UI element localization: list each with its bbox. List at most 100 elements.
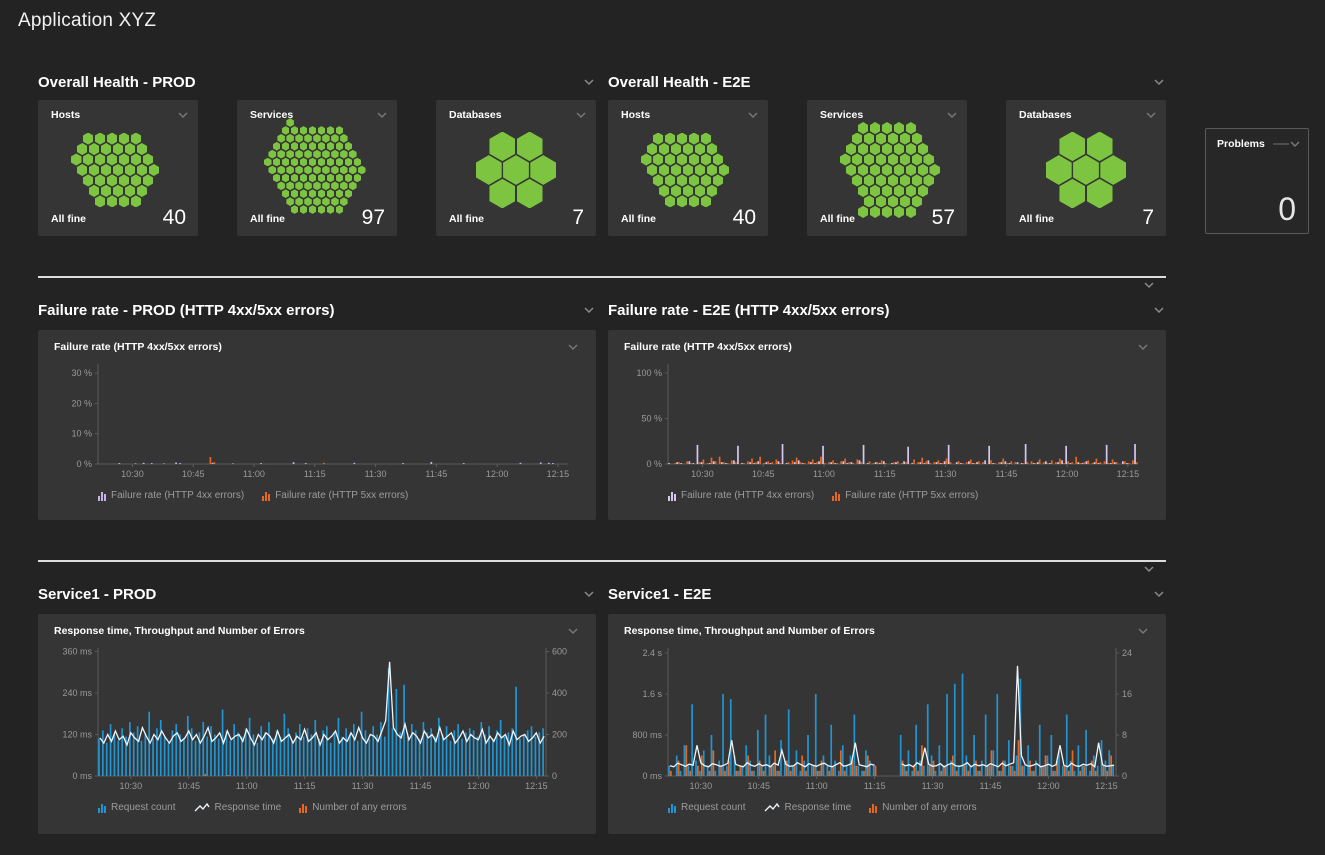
legend-item[interactable]: Response time bbox=[764, 802, 852, 813]
hexagon[interactable] bbox=[107, 195, 118, 207]
hexagon[interactable] bbox=[653, 153, 664, 165]
hexagon[interactable] bbox=[291, 158, 299, 167]
hexagon[interactable] bbox=[517, 179, 543, 209]
hexagon[interactable] bbox=[282, 142, 290, 151]
hexagon[interactable] bbox=[331, 181, 339, 190]
hexagon[interactable] bbox=[1073, 155, 1099, 185]
hexagon[interactable] bbox=[918, 143, 929, 155]
hexagon[interactable] bbox=[671, 164, 682, 176]
hexagon[interactable] bbox=[282, 158, 290, 167]
hexagon[interactable] bbox=[846, 164, 857, 176]
hexagon[interactable] bbox=[1059, 179, 1085, 209]
hexagon[interactable] bbox=[143, 174, 154, 186]
hexagon[interactable] bbox=[300, 189, 308, 198]
hexagon[interactable] bbox=[665, 153, 676, 165]
chevron-down-icon[interactable] bbox=[1142, 564, 1156, 574]
hexagon[interactable] bbox=[300, 174, 308, 183]
hexagon[interactable] bbox=[345, 189, 353, 198]
hexagon[interactable] bbox=[304, 166, 312, 175]
hexagon[interactable] bbox=[701, 133, 712, 145]
hexagon[interactable] bbox=[101, 143, 112, 155]
tile-services-prod[interactable]: Services All fine97 bbox=[237, 100, 397, 236]
hexagon[interactable] bbox=[313, 197, 321, 206]
hexagon[interactable] bbox=[852, 133, 863, 145]
failure-rate-e2e-canvas[interactable]: 0 %50 %100 %10:3010:4511:0011:1511:3011:… bbox=[624, 356, 1150, 486]
hexagon[interactable] bbox=[677, 133, 688, 145]
chevron-down-icon[interactable] bbox=[375, 110, 389, 120]
hexagon[interactable] bbox=[89, 185, 100, 197]
hexagon[interactable] bbox=[327, 142, 335, 151]
hexagon[interactable] bbox=[101, 185, 112, 197]
hexagon[interactable] bbox=[713, 174, 724, 186]
chevron-down-icon[interactable] bbox=[1152, 77, 1166, 87]
hexagon[interactable] bbox=[340, 134, 348, 143]
hexagon[interactable] bbox=[300, 158, 308, 167]
failure-e2e-chart[interactable]: 0 %50 %100 %10:3010:4511:0011:1511:3011:… bbox=[624, 356, 1150, 486]
hexagon[interactable] bbox=[906, 164, 917, 176]
service-prod-chart-tile[interactable]: Response time, Throughput and Number of … bbox=[38, 614, 596, 834]
hexagon[interactable] bbox=[286, 181, 294, 190]
hexagon[interactable] bbox=[309, 174, 317, 183]
hexagon[interactable] bbox=[318, 142, 326, 151]
hexagon[interactable] bbox=[282, 174, 290, 183]
hexagon[interactable] bbox=[918, 164, 929, 176]
legend-item[interactable]: Number of any errors bbox=[869, 802, 976, 813]
hexagon[interactable] bbox=[331, 166, 339, 175]
legend-item[interactable]: Failure rate (HTTP 4xx errors) bbox=[98, 490, 244, 501]
tile-hosts-prod[interactable]: Hosts All fine40 bbox=[38, 100, 198, 236]
hexagon[interactable] bbox=[900, 153, 911, 165]
tile-databases-prod[interactable]: Databases All fine7 bbox=[436, 100, 596, 236]
hexagon[interactable] bbox=[304, 150, 312, 159]
hexagon[interactable] bbox=[313, 166, 321, 175]
chevron-down-icon[interactable] bbox=[1136, 626, 1150, 636]
failure-e2e-chart-tile[interactable]: Failure rate (HTTP 4xx/5xx errors) 0 %50… bbox=[608, 330, 1166, 520]
hexagon[interactable] bbox=[327, 126, 335, 135]
hexagon[interactable] bbox=[268, 166, 276, 175]
hexagon[interactable] bbox=[304, 197, 312, 206]
hexagon[interactable] bbox=[894, 164, 905, 176]
legend-item[interactable]: Request count bbox=[98, 802, 176, 813]
hexagon[interactable] bbox=[876, 133, 887, 145]
hexagon[interactable] bbox=[89, 164, 100, 176]
hexagon[interactable] bbox=[322, 134, 330, 143]
hexagon[interactable] bbox=[295, 197, 303, 206]
hexagon[interactable] bbox=[923, 174, 934, 186]
hexagon[interactable] bbox=[923, 153, 934, 165]
hexagon[interactable] bbox=[309, 189, 317, 198]
hexagon[interactable] bbox=[119, 133, 130, 145]
hexagon[interactable] bbox=[291, 142, 299, 151]
hexagon[interactable] bbox=[83, 153, 94, 165]
tile-hosts-e2e[interactable]: Hosts All fine40 bbox=[608, 100, 768, 236]
hexagon[interactable] bbox=[277, 150, 285, 159]
hexagon[interactable] bbox=[273, 142, 281, 151]
hexagon[interactable] bbox=[286, 166, 294, 175]
hexagon[interactable] bbox=[349, 181, 357, 190]
hexagon[interactable] bbox=[918, 185, 929, 197]
hexagon[interactable] bbox=[345, 174, 353, 183]
service-e2e-chart[interactable]: 0 ms800 ms1.6 s2.4 s08162410:3010:4511:0… bbox=[624, 640, 1150, 798]
hexagon[interactable] bbox=[345, 142, 353, 151]
chevron-down-icon[interactable] bbox=[574, 110, 588, 120]
hexagon[interactable] bbox=[906, 185, 917, 197]
hexagon[interactable] bbox=[282, 189, 290, 198]
hexagon[interactable] bbox=[882, 122, 893, 134]
hexagon[interactable] bbox=[671, 143, 682, 155]
chevron-down-icon[interactable] bbox=[582, 305, 596, 315]
hexagon[interactable] bbox=[900, 174, 911, 186]
hexagon[interactable] bbox=[659, 164, 670, 176]
hexagon[interactable] bbox=[327, 158, 335, 167]
hexagon[interactable] bbox=[900, 133, 911, 145]
hexagon[interactable] bbox=[489, 132, 515, 162]
hexagon[interactable] bbox=[695, 185, 706, 197]
hexagon[interactable] bbox=[143, 153, 154, 165]
service1-prod-canvas[interactable]: 0 ms120 ms240 ms360 ms020040060010:3010:… bbox=[54, 640, 580, 798]
hexagon[interactable] bbox=[131, 174, 142, 186]
hexagon[interactable] bbox=[870, 185, 881, 197]
hexagon[interactable] bbox=[653, 133, 664, 145]
hexagon[interactable] bbox=[689, 195, 700, 207]
hexagon[interactable] bbox=[291, 174, 299, 183]
hexagon[interactable] bbox=[83, 174, 94, 186]
hexagon[interactable] bbox=[354, 158, 362, 167]
hexagon[interactable] bbox=[701, 195, 712, 207]
hexagon[interactable] bbox=[888, 153, 899, 165]
